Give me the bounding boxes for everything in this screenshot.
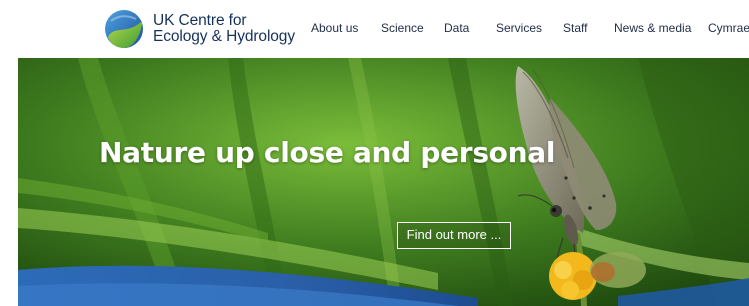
site-header: UK Centre for Ecology & Hydrology About … <box>0 0 749 58</box>
nav-item-staff[interactable]: Staff <box>563 21 587 35</box>
logo-line-1: UK Centre for <box>153 12 247 29</box>
nav-item-data[interactable]: Data <box>444 21 469 35</box>
nav-item-services[interactable]: Services <box>496 21 542 35</box>
nav-item-about-us[interactable]: About us <box>311 21 358 35</box>
globe-logo-icon <box>105 10 143 48</box>
hero-heading: Nature up close and personal <box>99 136 556 169</box>
nav-item-cymraeg[interactable]: Cymraeg <box>708 21 749 35</box>
hero-background-image <box>18 58 749 306</box>
logo-wordmark: UK Centre for Ecology & Hydrology <box>153 13 295 45</box>
ukceh-logo[interactable]: UK Centre for Ecology & Hydrology <box>104 6 295 52</box>
nav-item-science[interactable]: Science <box>381 21 424 35</box>
find-out-more-button[interactable]: Find out more ... <box>397 222 511 249</box>
nav-item-news-media[interactable]: News & media <box>614 21 691 35</box>
hero-banner: Nature up close and personal Find out mo… <box>18 58 749 306</box>
logo-line-2: Ecology & Hydrology <box>153 28 295 45</box>
